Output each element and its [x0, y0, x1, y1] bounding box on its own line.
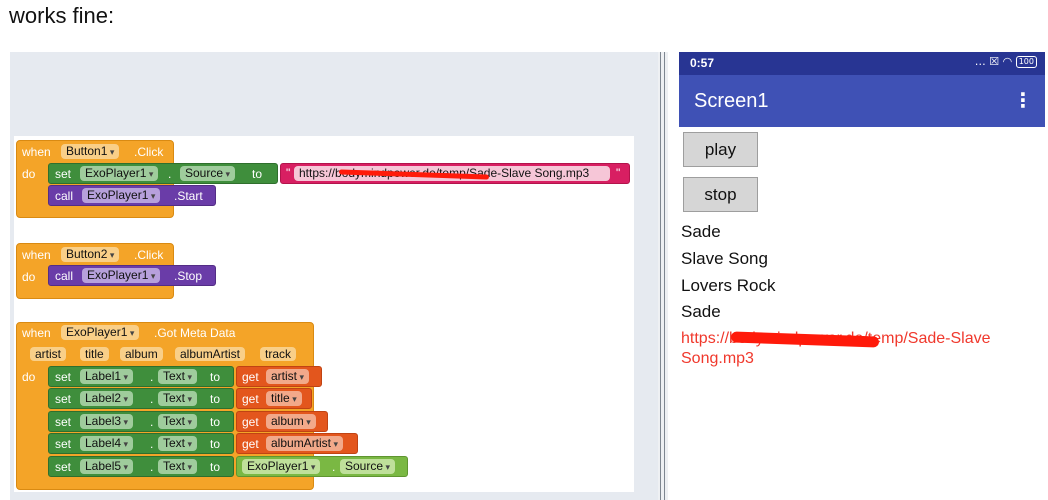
- blocks-workspace[interactable]: when Button1 .Click do set ExoPlayer1 . …: [10, 52, 658, 500]
- event1-to-label: to: [252, 167, 263, 181]
- stop-button[interactable]: stop: [683, 177, 758, 212]
- set-label: set: [55, 415, 72, 429]
- event1-event-label: .Click: [134, 145, 164, 159]
- label3-text: Lovers Rock: [681, 276, 776, 295]
- set-label5-text-block[interactable]: [48, 456, 234, 477]
- param-albumartist[interactable]: albumArtist: [175, 347, 246, 361]
- to-label: to: [210, 460, 221, 474]
- battery-icon: 100: [1015, 56, 1037, 68]
- event2-when-label: when: [22, 248, 51, 262]
- event1-do-label: do: [22, 167, 36, 181]
- param-artist[interactable]: artist: [30, 347, 67, 361]
- event1-set-component-dropdown[interactable]: ExoPlayer1: [80, 166, 159, 181]
- label5-component-dropdown[interactable]: Label5: [80, 459, 134, 474]
- set-label: set: [55, 460, 72, 474]
- string-close-quote: ": [616, 166, 621, 180]
- to-label: to: [210, 392, 221, 406]
- event3-event-label: .Got Meta Data: [154, 326, 236, 340]
- event1-call-component-dropdown[interactable]: ExoPlayer1: [82, 188, 161, 203]
- get-label: get: [242, 437, 259, 451]
- label1-component-dropdown[interactable]: Label1: [80, 369, 134, 384]
- intro-text: works fine:: [9, 3, 115, 28]
- label2-property-dropdown[interactable]: Text: [158, 391, 198, 406]
- app-bar: Screen1 ⋮: [679, 75, 1045, 127]
- set-label2-text-block[interactable]: [48, 388, 234, 409]
- dot-separator: .: [150, 437, 154, 451]
- to-label: to: [210, 437, 221, 451]
- set-label: set: [55, 370, 72, 384]
- dot-separator: .: [168, 167, 172, 181]
- dot-separator: .: [150, 392, 154, 406]
- string-open-quote: ": [286, 166, 291, 180]
- play-button[interactable]: play: [683, 132, 758, 167]
- label3-component-dropdown[interactable]: Label3: [80, 414, 134, 429]
- set-label: set: [55, 437, 72, 451]
- get-artist-dropdown[interactable]: artist: [266, 369, 310, 384]
- param-title[interactable]: title: [80, 347, 109, 361]
- dot-separator: .: [332, 460, 336, 474]
- screen-title: Screen1: [694, 90, 769, 112]
- param-album[interactable]: album: [120, 347, 163, 361]
- event3-do-label: do: [22, 370, 36, 384]
- set-label: set: [55, 392, 72, 406]
- label1-text: Sade: [681, 222, 721, 241]
- to-label: to: [210, 415, 221, 429]
- label1-property-dropdown[interactable]: Text: [158, 369, 198, 384]
- event2-event-label: .Click: [134, 248, 164, 262]
- label4-text: Sade: [681, 302, 721, 321]
- dot-separator: .: [150, 415, 154, 429]
- dot-separator: .: [150, 370, 154, 384]
- get-label: get: [242, 392, 259, 406]
- label2-text: Slave Song: [681, 249, 768, 268]
- event1-set-label: set: [55, 167, 72, 181]
- event2-call-label: call: [55, 269, 74, 283]
- label4-property-dropdown[interactable]: Text: [158, 436, 198, 451]
- get-albumartist-dropdown[interactable]: albumArtist: [266, 436, 344, 451]
- set-label4-text-block[interactable]: [48, 433, 234, 454]
- event2-call-method: .Stop: [174, 269, 203, 283]
- label5-property-dropdown[interactable]: Text: [158, 459, 198, 474]
- label2-component-dropdown[interactable]: Label2: [80, 391, 134, 406]
- label3-property-dropdown[interactable]: Text: [158, 414, 198, 429]
- event2-call-component-dropdown[interactable]: ExoPlayer1: [82, 268, 161, 283]
- event1-set-property-dropdown[interactable]: Source: [180, 166, 236, 181]
- status-time: 0:57: [690, 56, 715, 70]
- get-label: get: [242, 415, 259, 429]
- phone-preview: 0:57 … ☒ ◠ 100 Screen1 ⋮ play stop Sade …: [679, 52, 1045, 500]
- getter-property-dropdown[interactable]: Source: [340, 459, 396, 474]
- event2-component-dropdown[interactable]: Button2: [61, 247, 120, 262]
- label4-component-dropdown[interactable]: Label4: [80, 436, 134, 451]
- dot-separator: .: [150, 460, 154, 474]
- event1-when-label: when: [22, 145, 51, 159]
- event3-when-label: when: [22, 326, 51, 340]
- event1-component-dropdown[interactable]: Button1: [61, 144, 120, 159]
- splitter-line: [660, 52, 661, 500]
- splitter-line: [664, 52, 665, 500]
- event3-component-dropdown[interactable]: ExoPlayer1: [61, 325, 140, 340]
- panel-splitter[interactable]: [658, 52, 668, 500]
- event2-do-label: do: [22, 270, 36, 284]
- get-label: get: [242, 370, 259, 384]
- get-title-dropdown[interactable]: title: [266, 391, 302, 406]
- overflow-menu-icon[interactable]: ⋮: [1013, 88, 1033, 112]
- status-icons: … ☒ ◠ 100: [975, 55, 1037, 68]
- get-album-dropdown[interactable]: album: [266, 414, 316, 429]
- status-icon-group: … ☒ ◠: [974, 55, 1013, 68]
- getter-component-dropdown[interactable]: ExoPlayer1: [242, 459, 321, 474]
- set-label1-text-block[interactable]: [48, 366, 234, 387]
- set-label3-text-block[interactable]: [48, 411, 234, 432]
- event1-call-method: .Start: [174, 189, 203, 203]
- blocks-canvas[interactable]: when Button1 .Click do set ExoPlayer1 . …: [14, 136, 634, 492]
- param-track[interactable]: track: [260, 347, 297, 361]
- to-label: to: [210, 370, 221, 384]
- event1-call-label: call: [55, 189, 74, 203]
- status-bar: 0:57 … ☒ ◠ 100: [679, 52, 1045, 75]
